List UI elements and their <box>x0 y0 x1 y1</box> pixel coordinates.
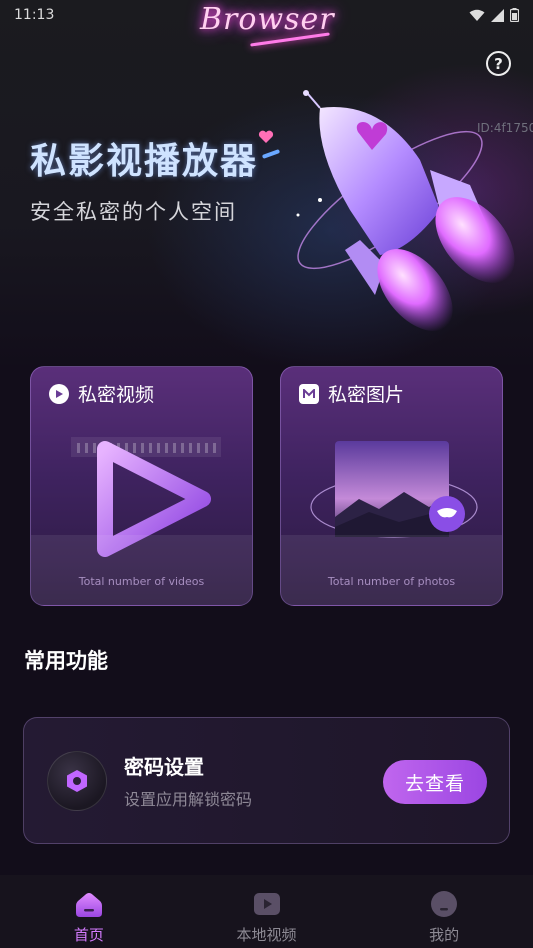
card-footer <box>31 535 252 605</box>
signal-icon <box>491 8 504 22</box>
password-settings-card: 密码设置 设置应用解锁密码 去查看 <box>23 717 510 844</box>
image-icon <box>299 383 319 404</box>
battery-icon <box>510 8 519 22</box>
home-icon <box>75 893 102 917</box>
question-circle-icon: ? <box>494 54 503 73</box>
private-videos-card[interactable]: 私密视频 Total number of videos <box>30 366 253 606</box>
heart-icon <box>258 130 274 143</box>
feature-title: 密码设置 <box>124 755 204 779</box>
tab-profile[interactable]: 我的 <box>355 875 533 948</box>
card-label: 私密图片 <box>328 384 405 406</box>
bottom-tab-bar: 首页 本地视频 我的 <box>0 875 533 948</box>
hero-subtitle: 安全私密的个人空间 <box>30 200 237 224</box>
brand-logo: Browser <box>200 2 335 37</box>
hero-banner: 11:13 Browser ? ID:4f1750 私影视播放器 安全私密的个人… <box>0 0 533 370</box>
view-button[interactable]: 去查看 <box>383 760 487 804</box>
tab-label: 首页 <box>73 926 104 944</box>
video-icon <box>253 893 280 915</box>
rocket-illustration <box>296 90 515 331</box>
section-title: 常用功能 <box>24 649 108 673</box>
card-header: 私密图片 <box>299 380 404 407</box>
tab-label: 本地视频 <box>236 926 297 944</box>
private-photos-card[interactable]: 私密图片 Total number of photos <box>280 366 503 606</box>
tab-local-videos[interactable]: 本地视频 <box>178 875 356 948</box>
tab-label: 我的 <box>429 926 460 944</box>
photo-count-label: Total number of photos <box>327 575 456 588</box>
profile-icon <box>431 891 458 917</box>
lock-hexagon-icon <box>47 751 107 811</box>
hero-title: 私影视播放器 <box>30 141 259 182</box>
card-label: 私密视频 <box>78 384 155 406</box>
card-footer <box>281 535 502 605</box>
status-time: 11:13 <box>14 7 55 23</box>
card-header: 私密视频 <box>49 380 154 407</box>
status-icons <box>469 8 519 22</box>
tab-home[interactable]: 首页 <box>0 875 178 948</box>
title-decoration <box>261 149 281 159</box>
help-button[interactable]: ? <box>486 51 511 76</box>
wifi-icon <box>469 9 485 21</box>
play-circle-icon <box>49 383 69 404</box>
feature-description: 设置应用解锁密码 <box>124 790 253 809</box>
video-count-label: Total number of videos <box>78 575 205 588</box>
